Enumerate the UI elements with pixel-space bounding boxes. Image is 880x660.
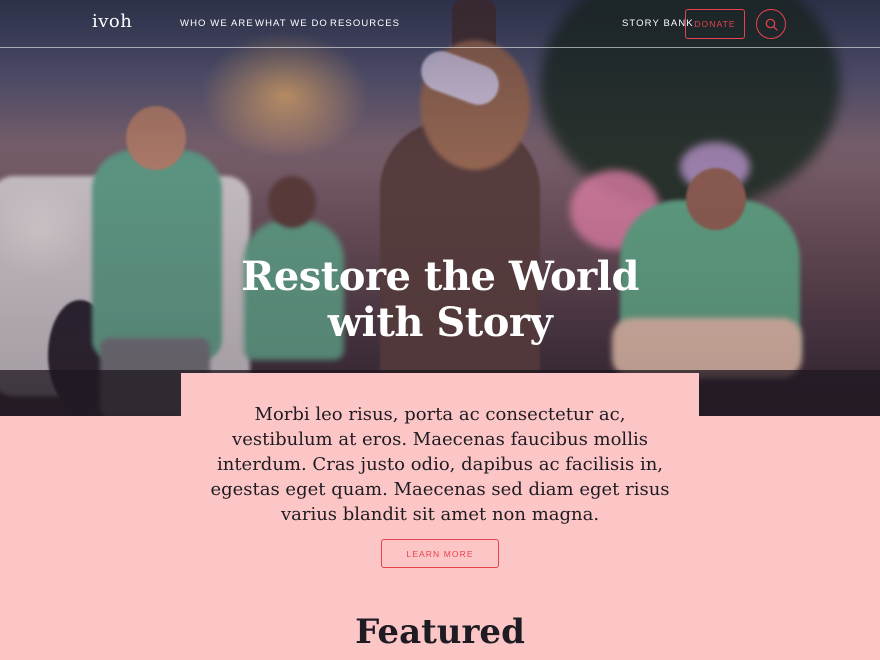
search-button[interactable]: [756, 9, 786, 39]
featured-heading: Featured: [355, 612, 525, 652]
hero-title-line1: Restore the World: [241, 253, 639, 300]
learn-more-button[interactable]: LEARN MORE: [381, 539, 499, 568]
search-icon: [765, 18, 778, 31]
site-logo[interactable]: ivoh: [92, 11, 132, 32]
nav-resources[interactable]: RESOURCES: [330, 18, 400, 29]
hero-image: [0, 0, 880, 416]
hero-overlay: [0, 0, 880, 416]
donate-button[interactable]: DONATE: [685, 9, 745, 39]
nav-story-bank[interactable]: STORY BANK: [622, 18, 694, 29]
nav-what-we-do[interactable]: WHAT WE DO: [255, 18, 328, 29]
nav-who-we-are[interactable]: WHO WE ARE: [180, 18, 254, 29]
intro-text: Morbi leo risus, porta ac consectetur ac…: [210, 404, 670, 525]
hero-title-line2: with Story: [327, 299, 553, 346]
hero-title: Restore the World with Story: [190, 254, 690, 346]
site-header: ivoh WHO WE ARE WHAT WE DO RESOURCES STO…: [0, 0, 880, 48]
